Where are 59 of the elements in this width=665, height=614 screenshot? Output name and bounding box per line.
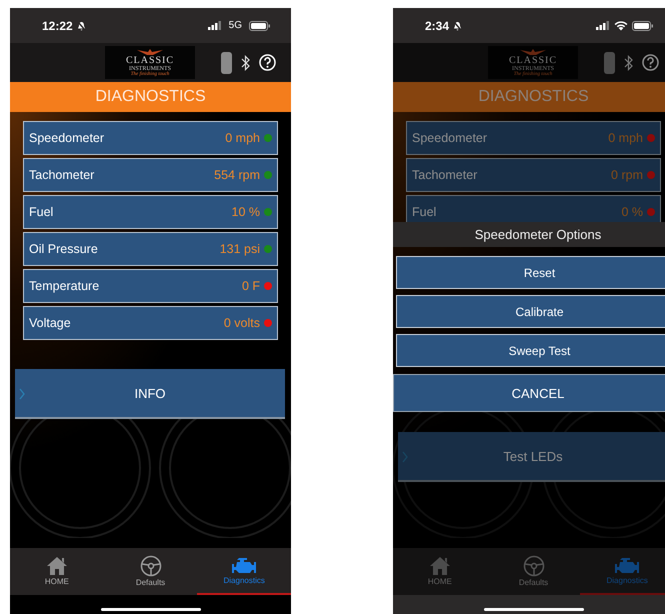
steering-wheel-icon: [140, 554, 162, 576]
cancel-button[interactable]: CANCEL: [393, 374, 665, 412]
house-icon: [428, 556, 451, 576]
option-button[interactable]: Calibrate: [396, 295, 665, 328]
gauge-row[interactable]: Tachometer 554 rpm: [23, 158, 278, 192]
page-title: DIAGNOSTICS: [393, 82, 665, 112]
gauge-row[interactable]: Oil Pressure 131 psi: [23, 232, 278, 266]
gauge-name: Speedometer: [29, 131, 106, 145]
tab[interactable]: HOME: [10, 548, 104, 595]
signal-icon: [596, 21, 610, 30]
sheet-title: Speedometer Options: [393, 222, 665, 247]
gauge-name: Speedometer: [412, 131, 488, 145]
engine-icon: [614, 556, 640, 574]
gauge-reading: 0 F: [242, 279, 260, 293]
bluetooth-icon[interactable]: [241, 54, 250, 70]
gauge-name: Tachometer: [412, 168, 478, 182]
gauge-reading: 10 %: [232, 205, 260, 219]
battery-icon: [249, 20, 271, 30]
gauge-reading: 0 mph: [608, 131, 643, 145]
help-icon[interactable]: [642, 54, 659, 71]
phone-device-icon[interactable]: [221, 52, 232, 74]
help-icon[interactable]: [259, 54, 276, 71]
menu-button[interactable]: Test LEDs: [398, 432, 665, 482]
gauge-name: Temperature: [29, 279, 100, 293]
status-time: 12:22: [42, 18, 73, 32]
gauge-name: Fuel: [29, 205, 54, 219]
gauge-reading: 0 mph: [225, 131, 260, 145]
wifi-icon: [614, 20, 628, 31]
gauge-name: Voltage: [29, 316, 72, 330]
steering-wheel-icon: [522, 554, 544, 576]
battery-icon: [632, 20, 654, 30]
option-button[interactable]: Sweep Test: [396, 334, 665, 367]
status-time: 2:34: [425, 18, 450, 32]
gauge-row[interactable]: Speedometer 0 mph: [406, 121, 661, 155]
gauge-row[interactable]: Fuel 10 %: [23, 195, 278, 229]
gauge-reading: 131 psi: [220, 242, 260, 256]
gauge-reading: 0 rpm: [611, 168, 643, 182]
engine-icon: [231, 556, 258, 574]
bell-muted-icon: [76, 20, 86, 30]
signal-icon: [208, 21, 222, 30]
menu-button[interactable]: INFO: [15, 369, 285, 419]
gauge-row[interactable]: Voltage 0 volts: [23, 306, 278, 340]
gauge-row[interactable]: Speedometer 0 mph: [23, 121, 278, 155]
chevron-icon: [402, 451, 408, 463]
tab[interactable]: Defaults: [104, 548, 198, 595]
bell-muted-icon: [453, 20, 462, 30]
gauge-row[interactable]: Tachometer 0 rpm: [406, 158, 661, 192]
network-label: 5G: [228, 20, 242, 31]
gauge-row[interactable]: Temperature 0 F: [23, 269, 278, 303]
option-button[interactable]: Reset: [396, 256, 665, 289]
gauge-reading: 0 volts: [224, 316, 260, 330]
chevron-icon: [19, 388, 25, 400]
gauge-name: Fuel: [412, 205, 438, 219]
gauge-reading: 0 %: [621, 205, 643, 219]
gauge-name: Tachometer: [29, 168, 96, 182]
house-icon: [46, 556, 68, 576]
gauge-reading: 554 rpm: [214, 168, 260, 182]
page-title: DIAGNOSTICS: [10, 82, 291, 112]
gauge-name: Oil Pressure: [29, 242, 99, 256]
